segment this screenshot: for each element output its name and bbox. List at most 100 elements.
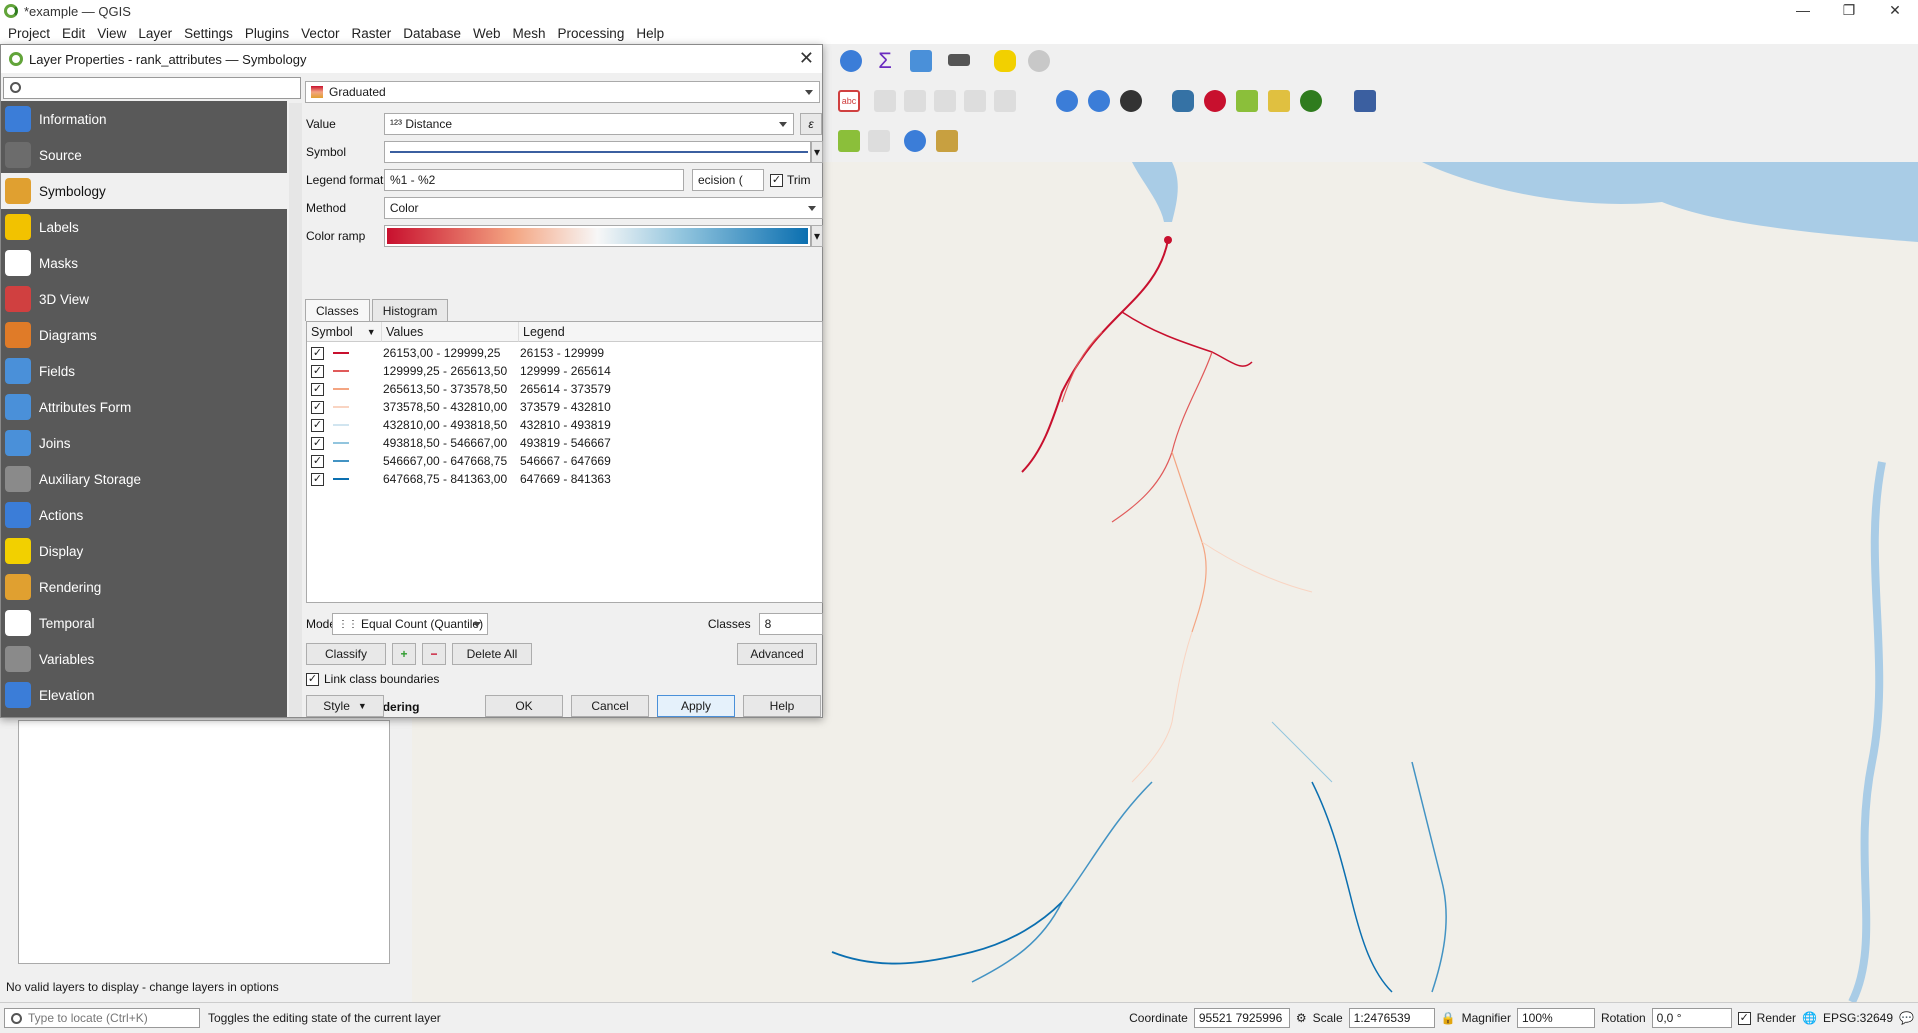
- attribute-table-icon[interactable]: [910, 50, 932, 72]
- advanced-button[interactable]: Advanced: [737, 643, 817, 665]
- menu-edit[interactable]: Edit: [56, 26, 91, 41]
- layers-panel[interactable]: [18, 720, 390, 964]
- label-abc-icon[interactable]: abc: [838, 90, 860, 112]
- classes-spinbox[interactable]: 8: [758, 613, 823, 635]
- table-row[interactable]: ✓ 493818,50 - 546667,00 493819 - 546667: [307, 434, 822, 452]
- value-field-combo[interactable]: ¹²³ Distance: [384, 113, 794, 135]
- measure-icon[interactable]: [948, 54, 970, 66]
- class-legend[interactable]: 265614 - 373579: [520, 382, 611, 396]
- minimize-icon[interactable]: —: [1780, 0, 1826, 22]
- classes-table[interactable]: Symbol ▼ Values Legend ✓ 26153,00 - 129999…: [306, 321, 823, 603]
- tab-histogram[interactable]: Histogram: [371, 299, 449, 321]
- class-visible-checkbox[interactable]: ✓: [311, 418, 324, 432]
- render-checkbox[interactable]: ✓: [1737, 1011, 1751, 1025]
- wfs-globe-icon[interactable]: [1088, 90, 1110, 112]
- sidebar-item-joins[interactable]: Joins: [1, 425, 287, 461]
- class-values[interactable]: 647668,75 - 841363,00: [383, 472, 507, 486]
- cancel-button[interactable]: Cancel: [571, 695, 649, 717]
- class-values[interactable]: 546667,00 - 647668,75: [383, 454, 507, 468]
- class-values[interactable]: 373578,50 - 432810,00: [383, 400, 507, 414]
- class-legend[interactable]: 373579 - 432810: [520, 400, 611, 414]
- table-row[interactable]: ✓ 129999,25 - 265613,50 129999 - 265614: [307, 362, 822, 380]
- precision-spinbox[interactable]: ecision (: [692, 169, 764, 191]
- delete-all-button[interactable]: Delete All: [452, 643, 532, 665]
- sidebar-item-diagrams[interactable]: Diagrams: [1, 317, 287, 353]
- sidebar-item-masks[interactable]: Masks: [1, 245, 287, 281]
- class-values[interactable]: 432810,00 - 493818,50: [383, 418, 507, 432]
- magnifier-field[interactable]: 100%: [1516, 1008, 1595, 1028]
- table-row[interactable]: ✓ 432810,00 - 493818,50 432810 - 493819: [307, 416, 822, 434]
- class-symbol-swatch[interactable]: [333, 478, 349, 480]
- menu-layer[interactable]: Layer: [132, 26, 178, 41]
- lock-icon[interactable]: 🔒: [1441, 1011, 1456, 1025]
- label-tool-icon[interactable]: [904, 90, 926, 112]
- class-legend[interactable]: 432810 - 493819: [520, 418, 611, 432]
- column-header-legend[interactable]: Legend: [518, 322, 822, 342]
- vertex-tool-icon[interactable]: [838, 130, 860, 152]
- network-icon[interactable]: [1236, 90, 1258, 112]
- close-window-icon[interactable]: ✕: [1872, 0, 1918, 22]
- processing-gear-icon[interactable]: [840, 50, 862, 72]
- sidebar-item-display[interactable]: Display: [1, 533, 287, 569]
- column-header-symbol[interactable]: Symbol ▼: [307, 322, 381, 342]
- menu-processing[interactable]: Processing: [552, 26, 631, 41]
- remove-class-icon[interactable]: −: [422, 643, 446, 665]
- locator-input[interactable]: Type to locate (Ctrl+K): [4, 1008, 200, 1028]
- menu-vector[interactable]: Vector: [295, 26, 345, 41]
- menu-mesh[interactable]: Mesh: [507, 26, 552, 41]
- class-visible-checkbox[interactable]: ✓: [311, 454, 324, 468]
- menu-settings[interactable]: Settings: [178, 26, 239, 41]
- sidebar-item-elevation[interactable]: Elevation: [1, 677, 287, 713]
- classify-button[interactable]: Classify: [306, 643, 386, 665]
- table-row[interactable]: ✓ 546667,00 - 647668,75 546667 - 647669: [307, 452, 822, 470]
- table-row[interactable]: ✓ 373578,50 - 432810,00 373579 - 432810: [307, 398, 822, 416]
- renderer-combo[interactable]: Graduated: [305, 81, 820, 103]
- menu-plugins[interactable]: Plugins: [239, 26, 295, 41]
- label-tool-icon[interactable]: [964, 90, 986, 112]
- tab-classes[interactable]: Classes: [305, 299, 370, 321]
- class-visible-checkbox[interactable]: ✓: [311, 346, 324, 360]
- class-symbol-swatch[interactable]: [333, 388, 349, 390]
- link-boundaries-checkbox[interactable]: ✓: [306, 672, 319, 686]
- sidebar-item-information[interactable]: Information: [1, 101, 287, 137]
- table-row[interactable]: ✓ 26153,00 - 129999,25 26153 - 129999: [307, 344, 822, 362]
- sidebar-item-temporal[interactable]: Temporal: [1, 605, 287, 641]
- rotation-field[interactable]: 0,0 °: [1651, 1008, 1732, 1028]
- help-button[interactable]: Help: [743, 695, 821, 717]
- sidebar-item-actions[interactable]: Actions: [1, 497, 287, 533]
- class-visible-checkbox[interactable]: ✓: [311, 364, 324, 378]
- identify-icon[interactable]: [904, 130, 926, 152]
- messages-icon[interactable]: 💬: [1899, 1011, 1914, 1025]
- sidebar-item-variables[interactable]: Variables: [1, 641, 287, 677]
- class-symbol-swatch[interactable]: [333, 424, 349, 426]
- label-tool-icon[interactable]: [934, 90, 956, 112]
- class-visible-checkbox[interactable]: ✓: [311, 472, 324, 486]
- sidebar-search-input[interactable]: [3, 77, 301, 99]
- mode-combo[interactable]: ⋮⋮ Equal Count (Quantile): [332, 613, 488, 635]
- zoom-icon[interactable]: [1028, 50, 1050, 72]
- add-class-icon[interactable]: +: [392, 643, 416, 665]
- sum-icon[interactable]: Σ: [874, 50, 896, 72]
- label-tool-icon[interactable]: [874, 90, 896, 112]
- sidebar-item-source[interactable]: Source: [1, 137, 287, 173]
- label-tool-icon[interactable]: [994, 90, 1016, 112]
- symbol-dropdown-icon[interactable]: ▾: [811, 141, 823, 163]
- class-visible-checkbox[interactable]: ✓: [311, 382, 324, 396]
- color-ramp-dropdown-icon[interactable]: ▾: [811, 225, 823, 247]
- class-values[interactable]: 493818,50 - 546667,00: [383, 436, 507, 450]
- color-ramp-button[interactable]: [383, 225, 812, 247]
- method-combo[interactable]: Color: [383, 197, 823, 219]
- symbol-button[interactable]: [383, 141, 812, 163]
- web-globe-icon[interactable]: [1120, 90, 1142, 112]
- legend-format-input[interactable]: %1 - %2: [384, 169, 684, 191]
- sidebar-item-3d-view[interactable]: 3D View: [1, 281, 287, 317]
- sidebar-item-auxiliary-storage[interactable]: Auxiliary Storage: [1, 461, 287, 497]
- class-legend[interactable]: 493819 - 546667: [520, 436, 611, 450]
- expression-icon[interactable]: ε: [800, 113, 822, 135]
- class-legend[interactable]: 26153 - 129999: [520, 346, 604, 360]
- wrench-icon[interactable]: [936, 130, 958, 152]
- sidebar-item-labels[interactable]: Labels: [1, 209, 287, 245]
- class-symbol-swatch[interactable]: [333, 442, 349, 444]
- class-symbol-swatch[interactable]: [333, 406, 349, 408]
- class-legend[interactable]: 647669 - 841363: [520, 472, 611, 486]
